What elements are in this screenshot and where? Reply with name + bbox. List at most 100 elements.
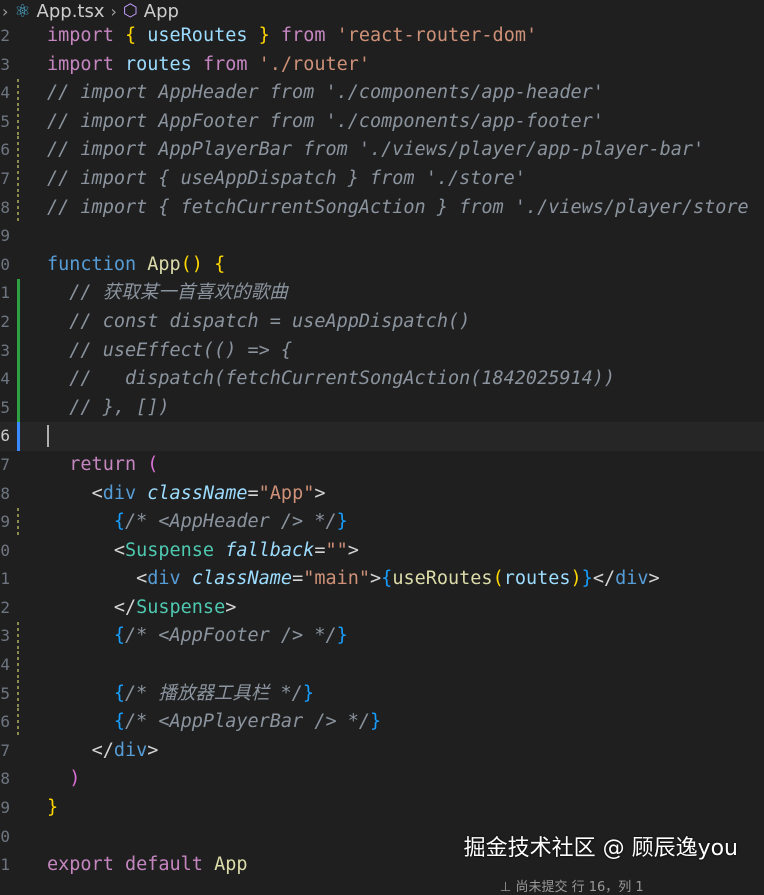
git-change-marker[interactable] xyxy=(17,679,19,709)
git-change-marker[interactable] xyxy=(17,79,19,108)
breadcrumb-file[interactable]: App.tsx xyxy=(37,1,105,22)
code-text: // import AppHeader from './components/a… xyxy=(47,79,604,108)
code-line[interactable]: 7 </div> xyxy=(0,737,764,766)
code-text: </Suspense> xyxy=(47,594,237,623)
code-line[interactable]: 9 {/* <AppHeader /> */} xyxy=(0,508,764,537)
line-number: 3 xyxy=(0,340,10,360)
git-change-marker[interactable] xyxy=(17,279,20,308)
code-line[interactable]: 2 // const dispatch = useAppDispatch() xyxy=(0,307,764,337)
code-line[interactable]: 3 // useEffect(() => { xyxy=(0,336,764,366)
code-token: } xyxy=(336,511,348,533)
code-line[interactable]: 6 xyxy=(0,422,764,451)
git-change-marker[interactable] xyxy=(17,393,20,423)
code-text: <div className="App"> xyxy=(47,480,326,509)
code-line[interactable]: 6 {/* <AppPlayerBar /> */} xyxy=(0,708,764,737)
code-line[interactable]: 3 import routes from './router' xyxy=(0,51,764,80)
code-text: function App() { xyxy=(47,251,225,280)
code-token: ( xyxy=(492,568,504,590)
code-editor[interactable]: 2 import { useRoutes } from 'react-router… xyxy=(0,22,764,886)
code-text: import { useRoutes } from 'react-router-… xyxy=(47,22,537,51)
git-change-marker[interactable] xyxy=(17,622,19,652)
code-line[interactable]: 8 ) xyxy=(0,765,764,794)
code-line[interactable]: 9 xyxy=(0,222,764,251)
code-token: // const dispatch = useAppDispatch() xyxy=(69,310,471,332)
code-token: from xyxy=(202,53,248,75)
code-line[interactable]: 3 {/* <AppFooter /> */} xyxy=(0,622,764,652)
code-line[interactable]: 4 // dispatch(fetchCurrentSongAction(184… xyxy=(0,365,764,394)
git-change-marker[interactable] xyxy=(17,708,19,737)
code-token: { xyxy=(113,711,125,733)
text-cursor xyxy=(47,425,49,448)
git-change-marker[interactable] xyxy=(17,336,20,366)
git-change-marker[interactable] xyxy=(17,107,19,137)
line-number: 1 xyxy=(0,855,10,875)
code-line[interactable]: 7 // import { useAppDispatch } from './st… xyxy=(0,164,764,194)
code-line[interactable]: 4 xyxy=(0,651,764,680)
git-change-marker[interactable] xyxy=(17,508,19,537)
code-line[interactable]: 2 import { useRoutes } from 'react-router… xyxy=(0,22,764,51)
code-token: ) xyxy=(570,568,582,590)
code-token: > xyxy=(147,739,159,761)
line-number: 1 xyxy=(0,283,10,303)
code-token: > xyxy=(314,482,326,504)
code-token: /* <AppFooter /> */ xyxy=(124,625,337,647)
code-line[interactable]: 2 </Suspense> xyxy=(0,594,764,623)
react-icon: ⚛ xyxy=(14,0,31,22)
code-line[interactable]: 6 // import AppPlayerBar from './views/pl… xyxy=(0,136,764,165)
code-text: // import { useAppDispatch } from './sto… xyxy=(47,165,526,194)
code-text: <Suspense fallback=""> xyxy=(47,537,359,566)
code-line[interactable]: 0 <Suspense fallback=""> xyxy=(0,537,764,566)
code-line[interactable]: 1 // 获取某一首喜欢的歌曲 xyxy=(0,279,764,308)
code-text: // dispatch(fetchCurrentSongAction(18420… xyxy=(47,365,615,394)
code-token: ) xyxy=(69,768,81,790)
code-line[interactable]: 1 <div className="main">{useRoutes(route… xyxy=(0,565,764,594)
line-number: 6 xyxy=(0,712,10,732)
cube-icon: ⬡ xyxy=(122,1,138,21)
code-token: // dispatch(fetchCurrentSongAction(18420… xyxy=(69,368,616,390)
code-token: { xyxy=(381,568,393,590)
git-change-marker[interactable] xyxy=(17,422,20,451)
breadcrumb-symbol[interactable]: App xyxy=(144,1,179,22)
code-token: "App" xyxy=(258,482,315,504)
code-token: import xyxy=(47,25,114,46)
line-number: 8 xyxy=(0,197,10,217)
code-token: './router' xyxy=(258,53,371,75)
code-line[interactable]: 8 <div className="App"> xyxy=(0,480,764,509)
code-line[interactable]: 0 function App() { xyxy=(0,251,764,280)
git-change-marker[interactable] xyxy=(17,365,20,394)
code-token: = xyxy=(292,568,304,590)
code-line[interactable]: 8 // import { fetchCurrentSongAction } fr… xyxy=(0,193,764,223)
code-line[interactable]: 4 // import AppHeader from './components/… xyxy=(0,79,764,108)
git-change-marker[interactable] xyxy=(17,193,19,223)
code-line[interactable]: 5 {/* 播放器工具栏 */} xyxy=(0,679,764,709)
code-token: div xyxy=(615,568,649,590)
code-line[interactable]: 5 // import AppFooter from './components/… xyxy=(0,107,764,137)
git-change-marker[interactable] xyxy=(17,307,20,337)
code-line[interactable]: 7 return ( xyxy=(0,451,764,480)
code-token: { xyxy=(214,253,226,275)
code-token: // import AppHeader from './components/a… xyxy=(47,82,604,104)
code-token: export xyxy=(47,854,114,876)
line-number: 8 xyxy=(0,483,10,503)
git-change-marker[interactable] xyxy=(17,651,19,680)
code-token: = xyxy=(247,482,259,504)
git-change-marker[interactable] xyxy=(17,136,19,165)
code-token: } xyxy=(336,625,348,647)
line-number: 1 xyxy=(0,569,10,589)
git-change-marker[interactable] xyxy=(17,164,19,194)
code-text: {/* <AppHeader /> */} xyxy=(47,508,348,537)
code-line[interactable]: 5 // }, []) xyxy=(0,393,764,423)
line-number: 3 xyxy=(0,626,10,646)
code-line[interactable]: 9} xyxy=(0,794,764,823)
code-text: } xyxy=(47,794,58,823)
